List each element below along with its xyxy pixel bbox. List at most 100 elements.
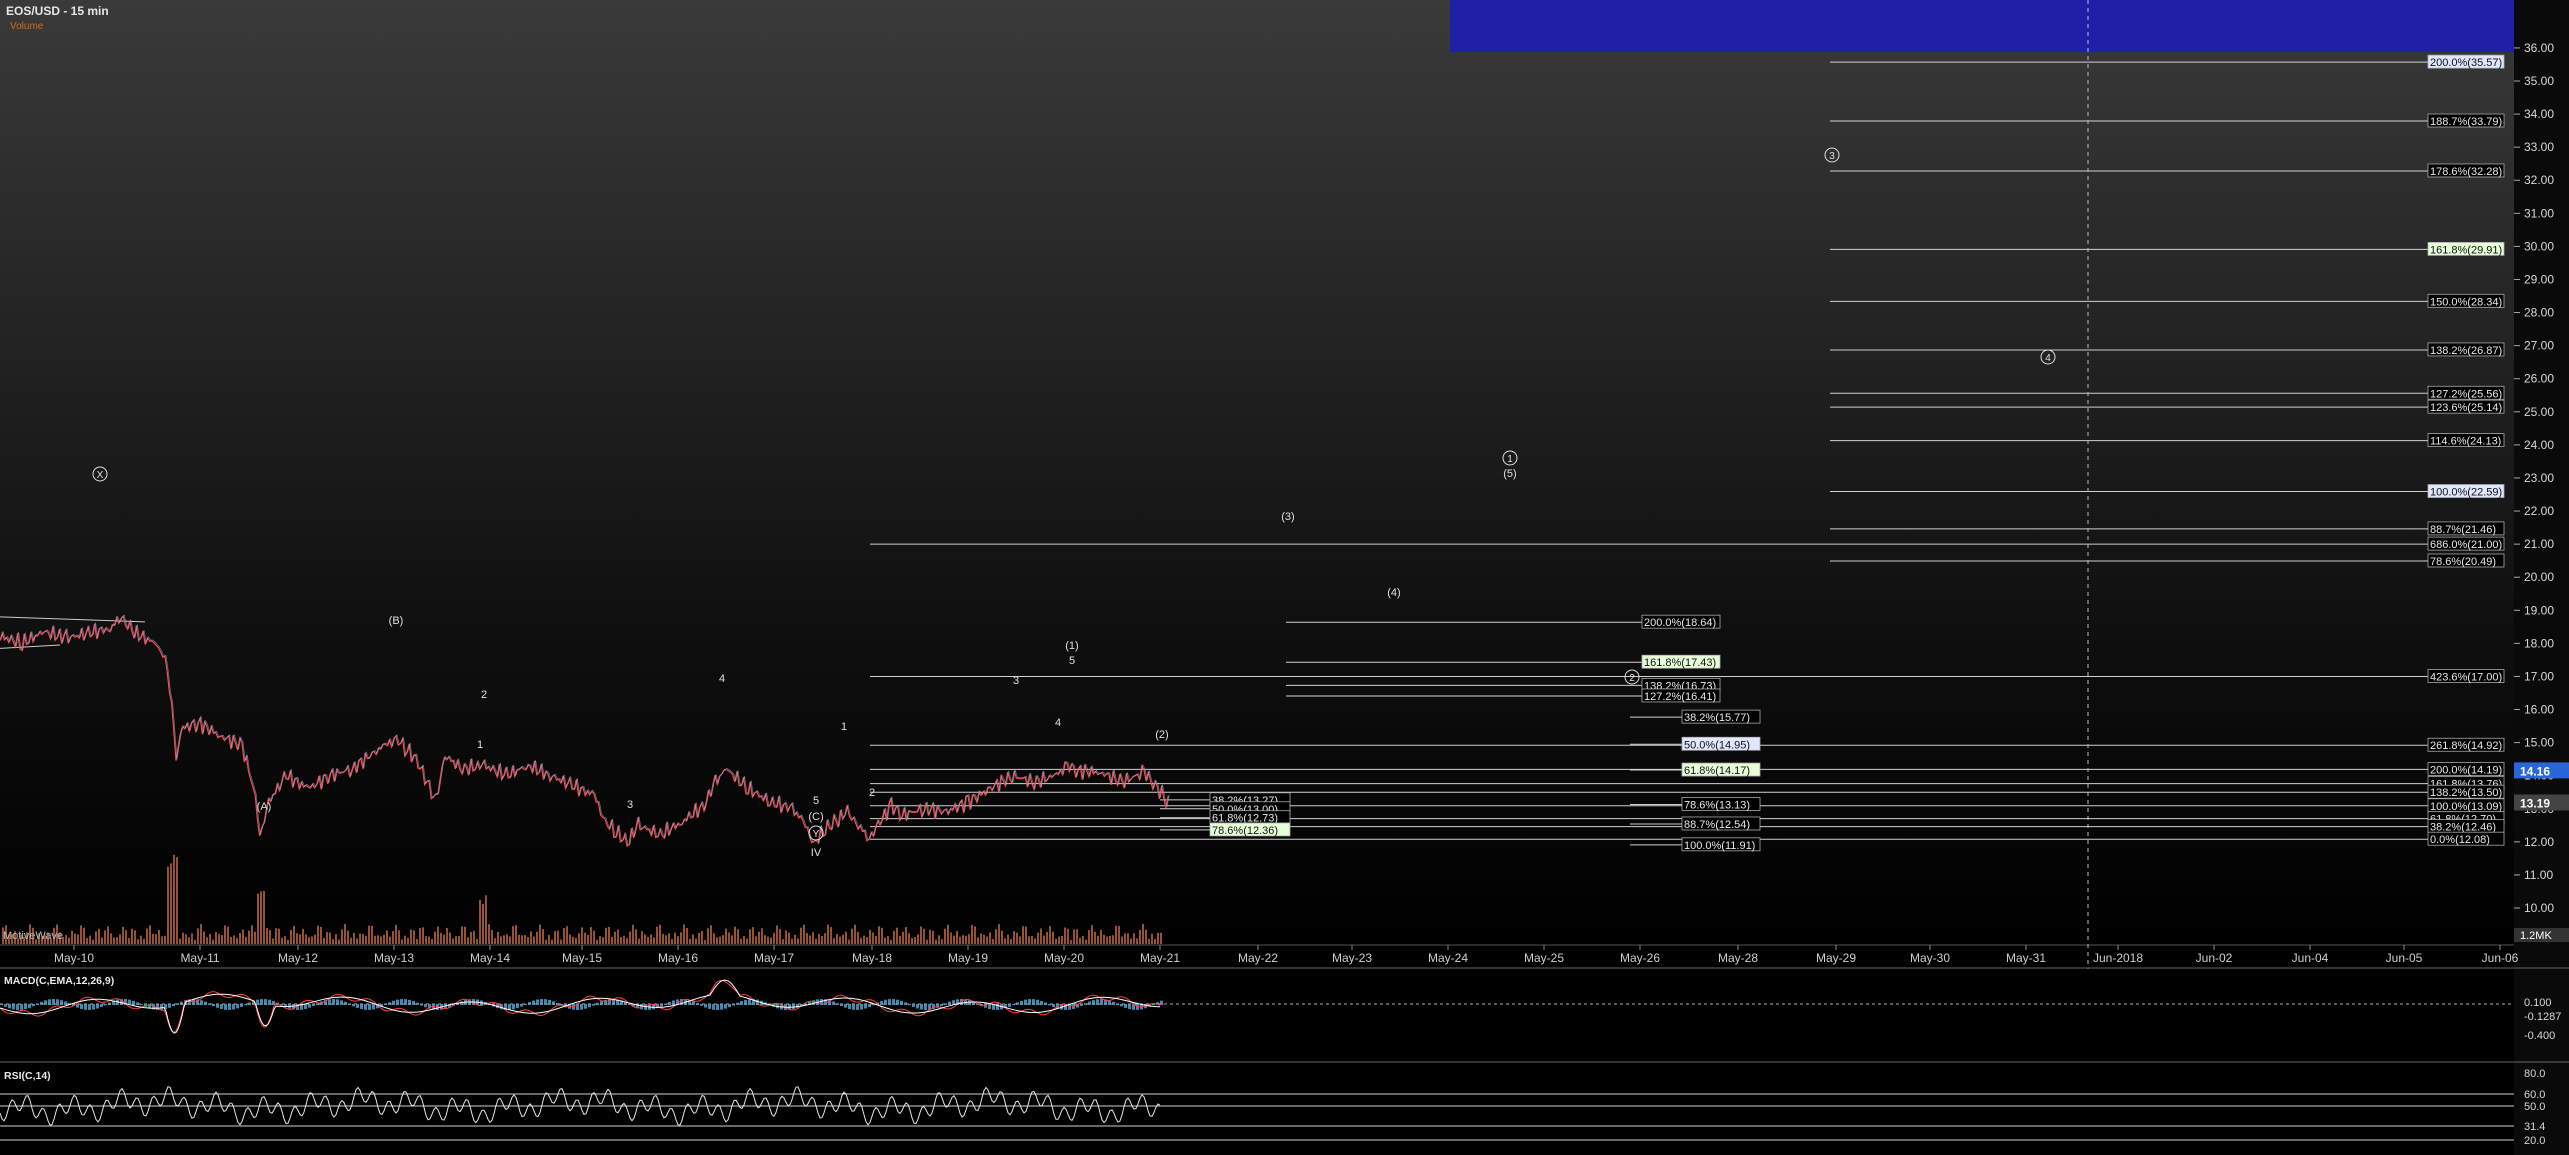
volume-bar — [1049, 926, 1051, 944]
volume-bar — [389, 936, 391, 944]
volume-bar — [713, 933, 715, 944]
volume-bar — [1106, 936, 1108, 944]
macd-histogram-bar — [8, 1004, 11, 1009]
fib-label: 38.2%(15.77) — [1684, 712, 1750, 724]
volume-bar — [668, 933, 670, 944]
volume-bar — [1067, 928, 1069, 944]
macd-histogram-bar — [64, 1001, 67, 1005]
volume-bar — [800, 927, 802, 944]
macd-histogram-bar — [340, 1000, 343, 1005]
macd-histogram-bar — [1152, 1003, 1155, 1005]
fib-label: 423.6%(17.00) — [2430, 671, 2502, 683]
volume-bar — [1004, 938, 1006, 944]
macd-histogram-bar — [88, 1004, 91, 1010]
macd-histogram-bar — [664, 1003, 667, 1005]
volume-bar — [161, 936, 163, 944]
volume-bar — [1154, 939, 1156, 944]
rsi-tick-label: 20.0 — [2524, 1135, 2545, 1147]
date-tick-label: Jun-05 — [2386, 951, 2423, 965]
volume-bar — [590, 927, 592, 944]
volume-bar — [1031, 935, 1033, 944]
macd-histogram-bar — [204, 1001, 207, 1005]
macd-histogram-bar — [168, 1004, 171, 1008]
volume-bar — [704, 939, 706, 944]
volume-bar — [770, 937, 772, 944]
price-tick-label: 12.00 — [2524, 835, 2554, 849]
volume-bar — [1160, 932, 1162, 944]
volume-bar — [362, 934, 364, 944]
rsi-label: RSI(C,14) — [4, 1070, 51, 1082]
volume-bar — [1013, 931, 1015, 944]
macd-histogram-bar — [424, 1004, 427, 1008]
chart-canvas[interactable]: 200.0%(35.57) 188.7%(33.79) 178.6%(32.28) 1… — [0, 0, 2569, 1155]
volume-bar — [539, 924, 541, 944]
macd-histogram-bar — [1072, 1004, 1075, 1009]
macd-histogram-bar — [236, 1004, 239, 1009]
macd-histogram-bar — [512, 1004, 515, 1010]
macd-histogram-bar — [1128, 1004, 1131, 1010]
volume-bar — [392, 931, 394, 944]
volume-bar — [101, 937, 103, 944]
fib-label: 61.8%(14.17) — [1684, 765, 1750, 777]
volume-bar — [635, 929, 637, 944]
volume-bar — [329, 932, 331, 944]
wave-label-iv: IV — [811, 847, 822, 859]
price-tick-label: 15.00 — [2524, 736, 2554, 750]
volume-bar — [1043, 935, 1045, 944]
volume-bar — [578, 933, 580, 944]
macd-histogram-bar — [1020, 1000, 1023, 1005]
volume-bar — [149, 925, 151, 944]
volume-bar — [983, 934, 985, 944]
macd-histogram-bar — [1108, 1000, 1111, 1005]
volume-bar — [992, 939, 994, 944]
volume-bar — [113, 937, 115, 944]
volume-bar — [1052, 931, 1054, 944]
volume-bar — [926, 939, 928, 944]
volume-bar — [608, 926, 610, 944]
volume-label: Volume — [10, 21, 44, 32]
fib-label: 78.6%(12.36) — [1212, 825, 1278, 837]
macd-histogram-bar — [356, 1004, 359, 1008]
volume-bar — [512, 926, 514, 944]
volume-bar — [710, 925, 712, 944]
fib-label: 138.2%(13.50) — [2430, 787, 2502, 799]
volume-bar — [767, 936, 769, 944]
macd-histogram-bar — [328, 999, 331, 1005]
volume-bar — [200, 924, 202, 944]
macd-histogram-bar — [348, 1003, 351, 1005]
macd-histogram-bar — [92, 1004, 95, 1010]
wave-label-w5: (5) — [1503, 468, 1516, 480]
volume-bar — [866, 937, 868, 944]
volume-bar — [824, 933, 826, 944]
volume-bar — [98, 928, 100, 944]
macd-histogram-bar — [336, 999, 339, 1005]
volume-bar — [284, 936, 286, 944]
volume-bar — [815, 938, 817, 944]
volume-bar — [182, 932, 184, 944]
price-tick-label: 36.00 — [2524, 41, 2554, 55]
volume-bar — [908, 933, 910, 944]
volume-bar — [260, 891, 262, 944]
volume-bar — [695, 938, 697, 944]
macd-histogram-bar — [544, 999, 547, 1005]
volume-bar — [632, 924, 634, 944]
volume-bar — [1088, 930, 1090, 944]
volume-bar — [836, 934, 838, 944]
macd-histogram-bar — [696, 1003, 699, 1005]
volume-bar — [521, 935, 523, 944]
volume-bar — [593, 930, 595, 944]
macd-histogram-bar — [692, 1001, 695, 1005]
volume-bar — [116, 937, 118, 944]
volume-bar — [83, 927, 85, 944]
rsi-panel-background — [0, 1064, 2514, 1155]
volume-bar — [995, 929, 997, 944]
volume-bar — [944, 928, 946, 944]
date-tick-label: May-22 — [1238, 951, 1278, 965]
price-tick-label: 10.00 — [2524, 901, 2554, 915]
volume-bar — [779, 928, 781, 944]
macd-histogram-bar — [860, 1004, 863, 1010]
volume-bar — [647, 936, 649, 944]
price-tick-label: 33.00 — [2524, 140, 2554, 154]
macd-histogram-bar — [548, 999, 551, 1005]
volume-bar — [1076, 929, 1078, 944]
